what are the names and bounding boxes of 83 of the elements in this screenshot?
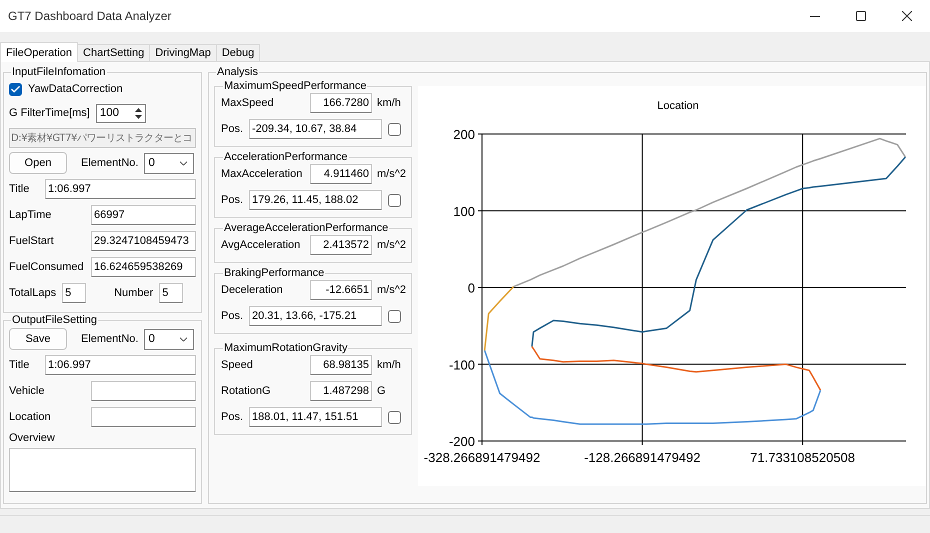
checkbox[interactable] (9, 82, 22, 96)
section-title: BrakingPerformance (223, 267, 326, 279)
field-label: Vehicle (9, 385, 46, 397)
checkbox[interactable] (388, 122, 402, 136)
field-label: Overview (9, 432, 56, 444)
x-tick-label: -128.266891479492 (584, 450, 700, 465)
text-field[interactable]: 5 (62, 283, 86, 303)
metric-label: Pos. (221, 123, 244, 135)
checkbox-label: YawDataCorrection (28, 83, 123, 95)
metric-value-field[interactable]: 68.98135 (310, 355, 372, 375)
unit-label: m/s^2 (377, 168, 406, 180)
position-field[interactable]: 179.26, 11.45, 188.02 (249, 190, 382, 210)
field-label: Title (9, 183, 30, 195)
field-label: FuelStart (9, 235, 55, 247)
text-field[interactable]: 1:06.997 (45, 179, 196, 199)
y-tick-label: -100 (448, 357, 475, 372)
unit-label: m/s^2 (377, 239, 406, 251)
section-title: MaximumSpeedPerformance (223, 80, 368, 92)
field-label: FuelConsumed (9, 261, 85, 273)
section-title: InputFileInfomation (11, 66, 107, 78)
y-tick-label: 200 (453, 127, 475, 142)
metric-label: Pos. (221, 194, 244, 206)
window-title: GT7 Dashboard Data Analyzer (8, 9, 172, 23)
x-tick-label: -328.266891479492 (424, 450, 540, 465)
metric-value-field[interactable]: 2.413572 (310, 235, 372, 255)
unit-label: km/h (377, 97, 402, 109)
text-field[interactable]: 29.3247108459473 (91, 231, 196, 251)
metric-value-field[interactable]: 4.911460 (310, 164, 372, 184)
metric-label: Pos. (221, 411, 244, 423)
metric-label: Deceleration (221, 284, 284, 296)
field-label: Number (114, 287, 154, 299)
field-label: TotalLaps (9, 287, 56, 299)
text-field[interactable]: 16.624659538269 (91, 257, 196, 277)
field-label: LapTime (9, 209, 52, 221)
close-icon (902, 11, 912, 21)
section-title: AverageAccelerationPerformance (223, 222, 390, 234)
field-label: Location (9, 411, 52, 423)
text-field[interactable] (91, 407, 196, 427)
metric-value-field[interactable]: -12.6651 (310, 280, 372, 300)
element-dropdown[interactable]: 0 (144, 328, 194, 350)
checkbox[interactable] (388, 310, 402, 322)
tab[interactable]: FileOperation (0, 42, 78, 62)
tab[interactable]: Debug (216, 44, 260, 62)
field-label: ElementNo. (81, 333, 138, 345)
section-title: Analysis (216, 66, 259, 78)
checkbox[interactable] (388, 410, 402, 424)
unit-label: G (377, 385, 387, 397)
overview-field[interactable] (9, 448, 196, 492)
field-label: Title (9, 359, 30, 371)
x-tick-label: 71.733108520508 (750, 450, 856, 465)
metric-label: Pos. (221, 310, 244, 322)
chart-title: Location (657, 100, 699, 112)
field-label: G FilterTime[ms] (9, 107, 90, 119)
open-button[interactable]: Open (9, 152, 67, 174)
metric-label: AvgAcceleration (221, 239, 302, 251)
element-dropdown[interactable]: 0 (144, 152, 194, 174)
maximize-icon (856, 11, 866, 21)
section-title: OutputFileSetting (11, 314, 98, 326)
text-field[interactable]: 1:06.997 (45, 355, 196, 375)
section-title: AccelerationPerformance (223, 151, 349, 163)
position-field[interactable]: -209.34, 10.67, 38.84 (249, 119, 382, 139)
metric-value-field[interactable]: 166.7280 (310, 93, 372, 113)
metric-label: Speed (221, 359, 254, 371)
metric-label: MaxSpeed (221, 97, 275, 109)
filter-time-spinner[interactable]: 100 (96, 104, 146, 122)
metric-label: RotationG (221, 385, 272, 397)
checkbox[interactable] (388, 194, 402, 206)
text-field[interactable]: 66997 (91, 205, 196, 225)
section-title: MaximumRotationGravity (223, 342, 348, 354)
metric-label: MaxAcceleration (221, 168, 304, 180)
position-field[interactable]: 188.01, 11.47, 151.51 (249, 407, 382, 427)
metric-value-field[interactable]: 1.487298 (310, 381, 372, 401)
field-label: ElementNo. (81, 157, 138, 169)
spin-arrows-icon (132, 106, 144, 120)
position-field[interactable]: 20.31, 13.66, -175.21 (249, 306, 382, 326)
unit-label: m/s^2 (377, 284, 406, 296)
save-button[interactable]: Save (9, 328, 67, 350)
y-tick-label: 0 (468, 280, 475, 296)
y-tick-label: 100 (453, 204, 475, 219)
unit-label: km/h (377, 359, 402, 371)
text-field[interactable]: 5 (159, 283, 184, 303)
text-field[interactable] (91, 381, 196, 401)
y-tick-label: -200 (448, 434, 475, 449)
